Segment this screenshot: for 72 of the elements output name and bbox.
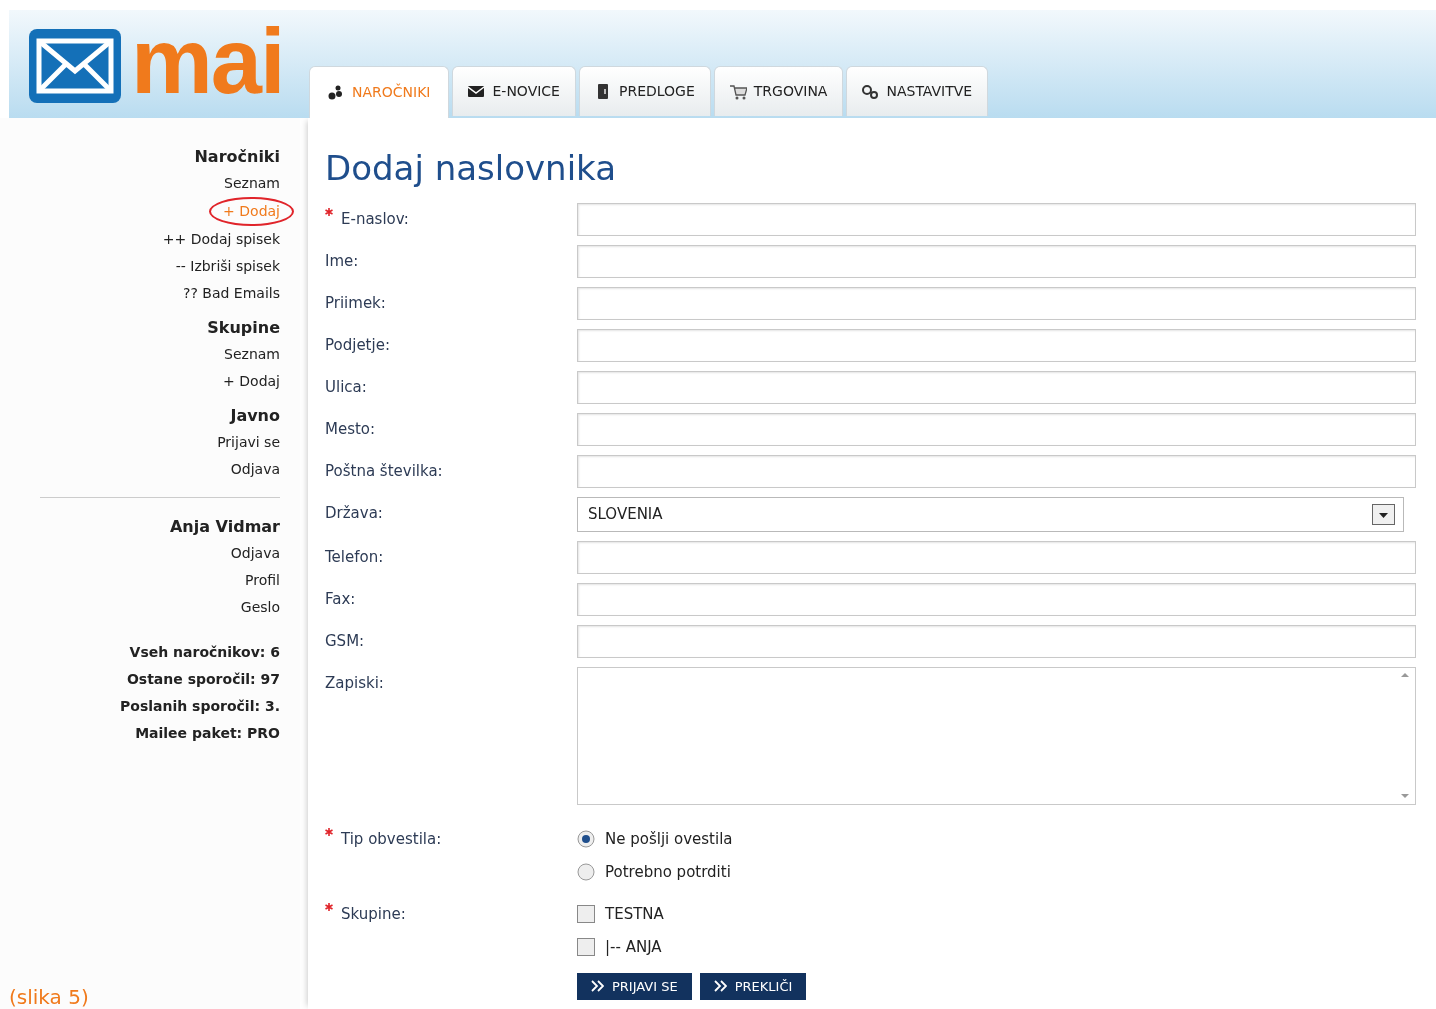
sidebar-link[interactable]: -- Izbriši spisek xyxy=(0,253,280,280)
sidebar-link[interactable]: Seznam xyxy=(0,341,280,368)
field-label: Ulica: xyxy=(325,376,367,398)
field-label: Priimek: xyxy=(325,292,386,314)
cart-icon xyxy=(729,83,747,100)
input-field[interactable] xyxy=(577,328,1416,362)
sidebar-link[interactable]: Prijavi se xyxy=(0,429,280,456)
input-field[interactable] xyxy=(577,624,1416,658)
field-label: Država: xyxy=(325,502,383,524)
radio-button[interactable] xyxy=(577,863,595,882)
sidebar-heading: Skupine xyxy=(206,317,280,339)
sidebar-heading: Javno xyxy=(228,405,280,427)
nav-tab[interactable]: NASTAVITVE xyxy=(846,66,989,116)
field-label: Fax: xyxy=(325,588,356,610)
input-field[interactable] xyxy=(577,202,1416,236)
field-label: Ime: xyxy=(325,250,359,272)
notes-field[interactable] xyxy=(577,666,1416,805)
stat-text: Mailee paket: PRO xyxy=(134,724,280,743)
required-icon xyxy=(325,827,333,836)
chevrons-icon xyxy=(713,980,727,993)
chevrons-icon xyxy=(591,980,604,993)
required-icon xyxy=(325,902,333,911)
field-label: E-naslov: xyxy=(341,208,409,230)
input-field[interactable] xyxy=(577,370,1416,404)
input-field[interactable] xyxy=(577,286,1416,320)
form-button[interactable]: PREKLIČI xyxy=(699,972,807,1000)
field-label: Telefon: xyxy=(325,546,384,568)
sidebar-link[interactable]: Geslo xyxy=(0,594,280,621)
input-field[interactable] xyxy=(577,454,1416,488)
field-label: Tip obvestila: xyxy=(341,828,442,850)
nav-tab[interactable]: TRGOVINA xyxy=(713,66,844,116)
country-select[interactable]: SLOVENIA xyxy=(577,496,1404,532)
stat-text: Poslanih sporočil: 3. xyxy=(119,697,280,716)
sidebar-link[interactable]: Seznam xyxy=(0,170,280,197)
sidebar-link[interactable]: ++ Dodaj spisek xyxy=(0,226,280,253)
sidebar-heading: Naročniki xyxy=(193,146,280,168)
form-button[interactable]: PRIJAVI SE xyxy=(577,972,692,1000)
checkbox[interactable] xyxy=(577,938,595,957)
field-label: GSM: xyxy=(325,630,365,652)
radio-button[interactable] xyxy=(577,830,595,849)
option-label: Ne pošlji ovestila xyxy=(605,829,733,851)
option-label: TESTNA xyxy=(605,904,664,926)
sidebar-heading: Anja Vidmar xyxy=(168,516,280,538)
stat-text: Ostane sporočil: 97 xyxy=(125,670,280,689)
page-title: Dodaj naslovnika xyxy=(325,148,618,189)
sidebar-link[interactable]: Profil xyxy=(0,567,280,594)
envelope-logo-icon xyxy=(29,28,121,103)
nav-tab[interactable]: E-NOVICE xyxy=(452,66,576,116)
field-label: Skupine: xyxy=(341,903,406,925)
dropdown-icon xyxy=(1372,503,1395,525)
sidebar-link[interactable]: ?? Bad Emails xyxy=(0,280,280,307)
checkbox[interactable] xyxy=(577,905,595,924)
field-label: Poštna številka: xyxy=(325,460,443,482)
logo-text: mai xyxy=(131,20,284,103)
caption: (slika 5) xyxy=(8,985,90,1009)
input-field[interactable] xyxy=(577,540,1416,574)
input-field[interactable] xyxy=(577,582,1416,616)
option-label: Potrebno potrditi xyxy=(605,862,731,884)
field-label: Zapiski: xyxy=(325,672,384,694)
input-field[interactable] xyxy=(577,244,1416,278)
input-field[interactable] xyxy=(577,412,1416,446)
required-icon xyxy=(325,207,333,216)
field-label: Podjetje: xyxy=(325,334,390,356)
stat-text: Vseh naročnikov: 6 xyxy=(128,643,280,662)
sidebar-link[interactable]: Odjava xyxy=(0,540,280,567)
sidebar-link[interactable]: + Dodaj xyxy=(0,368,280,395)
sidebar-link[interactable]: Odjava xyxy=(0,456,280,483)
dots-icon xyxy=(328,84,345,101)
field-label: Mesto: xyxy=(325,418,376,440)
envelope-icon xyxy=(468,83,486,100)
option-label: |-- ANJA xyxy=(605,937,662,959)
nav-tab[interactable]: PREDLOGE xyxy=(578,66,711,116)
